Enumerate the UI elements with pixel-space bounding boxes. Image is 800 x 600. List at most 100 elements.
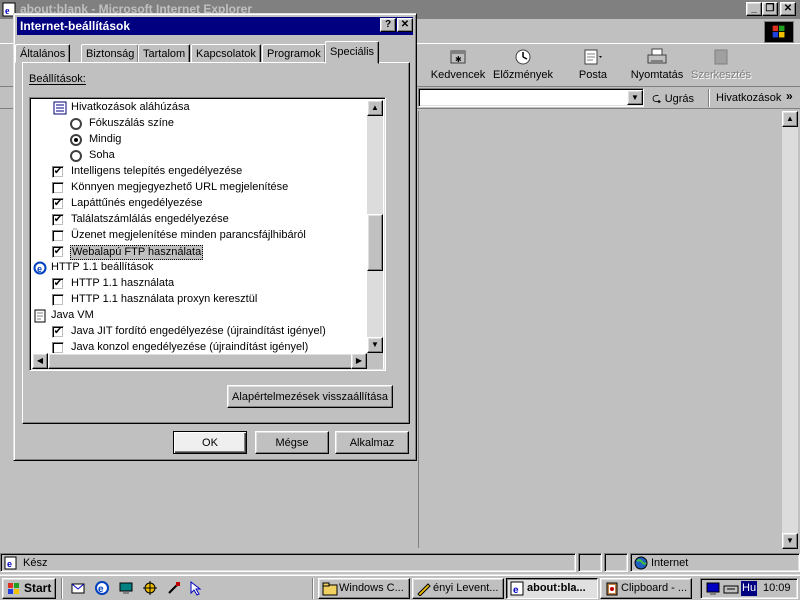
cursor-icon[interactable] [188, 580, 204, 596]
keyboard-icon[interactable] [723, 581, 739, 596]
checkbox[interactable]: ✔ [52, 198, 64, 210]
mail-label: Posta [578, 69, 608, 81]
go-label: Ugrás [664, 93, 695, 105]
mail-button[interactable]: Posta [570, 46, 616, 86]
checkbox[interactable] [52, 182, 64, 194]
settings-option-label: HTTP 1.1 beállítások [51, 261, 154, 273]
input-language-indicator[interactable]: Hu [741, 581, 758, 596]
svg-text:e: e [5, 6, 10, 17]
status-bar: e Kész Internet [0, 553, 800, 573]
restore-button[interactable]: ❐ [762, 2, 778, 16]
dialog-close-button[interactable]: ✕ [397, 18, 413, 32]
address-input[interactable] [418, 88, 644, 107]
minimize-button[interactable]: _ [746, 2, 762, 16]
ok-button[interactable]: OK [173, 431, 247, 454]
tab-security[interactable]: Biztonság [81, 44, 140, 63]
tab-label: Kapcsolatok [196, 48, 256, 60]
radio-button[interactable] [70, 134, 82, 146]
task-windows-commander[interactable]: Windows C... [318, 578, 410, 599]
apply-button[interactable]: Alkalmaz [335, 431, 409, 454]
browser-content-area[interactable] [418, 111, 781, 548]
dialog-title-bar[interactable]: Internet-beállítások ? ✕ [17, 17, 413, 35]
desktop-icon[interactable] [118, 580, 134, 596]
go-button[interactable]: ⮎ Ugrás [652, 90, 694, 106]
checkbox[interactable]: ✔ [52, 246, 64, 258]
checkbox[interactable]: ✔ [52, 214, 64, 226]
task-label: Windows C... [339, 582, 404, 594]
tab-label: Speciális [330, 46, 375, 58]
history-icon [515, 49, 531, 65]
checkbox[interactable]: ✔ [52, 166, 64, 178]
tab-programs[interactable]: Programok [262, 44, 326, 63]
settings-scroll-right-button[interactable]: ▶ [351, 353, 367, 369]
print-icon [647, 48, 667, 64]
favorites-button[interactable]: ✱ Kedvencek [428, 46, 488, 86]
taskbar-separator [61, 578, 63, 599]
zone-panel: Internet [630, 553, 800, 572]
print-button[interactable]: Nyomtatás [628, 46, 686, 86]
radio-button[interactable] [70, 150, 82, 162]
ie-page-icon: e [4, 556, 17, 570]
favorites-icon: ✱ [450, 50, 466, 64]
monitor-icon[interactable] [705, 581, 721, 596]
settings-hscroll-thumb[interactable] [48, 353, 353, 369]
checkbox[interactable] [52, 294, 64, 306]
windows-flag-icon [8, 583, 19, 594]
task-internet-explorer[interactable]: e about:bla... [506, 578, 598, 599]
tab-general[interactable]: Általános [15, 44, 71, 63]
settings-option-label: Java VM [51, 309, 94, 321]
tab-advanced[interactable]: Speciális [325, 41, 380, 64]
settings-scroll-down-button[interactable]: ▼ [367, 337, 383, 353]
links-more-chevron-icon[interactable]: » [786, 89, 793, 103]
taskbar: Start e Windows C... ényi Levent... e ab… [0, 574, 800, 600]
zone-text: Internet [651, 557, 689, 569]
history-label: Előzmények [493, 69, 553, 81]
radio-button[interactable] [70, 118, 82, 130]
ie-globe-icon: e [32, 261, 48, 280]
ie-scroll-up-button[interactable]: ▲ [782, 111, 798, 127]
print-label: Nyomtatás [630, 69, 684, 81]
settings-horizontal-scrollbar[interactable]: ◀ ▶ [32, 353, 367, 369]
tools-icon[interactable] [166, 580, 182, 596]
ie-vertical-scrollbar[interactable]: ▲ ▼ [782, 111, 798, 549]
tab-strip: Általános Biztonság Tartalom Kapcsolatok… [15, 41, 415, 64]
settings-scroll-thumb[interactable] [367, 214, 383, 271]
checkbox[interactable] [52, 230, 64, 242]
channels-icon[interactable] [142, 580, 158, 596]
start-label: Start [24, 581, 52, 595]
edit-button[interactable]: Szerkesztés [690, 46, 752, 86]
settings-vertical-scrollbar[interactable]: ▲ ▼ [367, 100, 383, 353]
settings-scroll-up-button[interactable]: ▲ [367, 100, 383, 116]
links-label[interactable]: Hivatkozások [716, 92, 781, 104]
system-tray: Hu 10:09 [700, 578, 798, 599]
task-label: ényi Levent... [433, 582, 499, 594]
settings-option-label: Java JIT fordító engedélyezése (újraindí… [71, 325, 326, 337]
history-button[interactable]: Előzmények [492, 46, 554, 86]
task-clipboard[interactable]: Clipboard - ... [600, 578, 692, 599]
svg-text:e: e [7, 559, 12, 569]
edit-icon [714, 49, 728, 65]
checkbox[interactable]: ✔ [52, 326, 64, 338]
help-button[interactable]: ? [380, 18, 396, 32]
settings-tree-list[interactable]: Hivatkozások aláhúzása Fókuszálás színe Mi… [29, 97, 386, 371]
settings-option-label: Fókuszálás színe [89, 117, 174, 129]
start-button[interactable]: Start [2, 578, 56, 599]
tab-connections[interactable]: Kapcsolatok [191, 44, 261, 63]
tab-label: Biztonság [86, 48, 135, 60]
ie-close-button[interactable]: ✕ [780, 2, 796, 16]
tab-label: Tartalom [143, 48, 186, 60]
outlook-express-icon[interactable] [70, 580, 86, 596]
clock[interactable]: 10:09 [763, 582, 791, 594]
checkbox[interactable]: ✔ [52, 278, 64, 290]
ie-globe-icon[interactable]: e [94, 580, 110, 596]
task-writer[interactable]: ényi Levent... [412, 578, 504, 599]
settings-scroll-left-button[interactable]: ◀ [32, 353, 48, 369]
tab-content[interactable]: Tartalom [138, 44, 191, 63]
ie-scroll-down-button[interactable]: ▼ [782, 533, 798, 549]
svg-text:e: e [37, 264, 42, 274]
address-dropdown-button[interactable]: ▼ [627, 90, 643, 105]
svg-text:✱: ✱ [455, 55, 462, 64]
restore-defaults-button[interactable]: Alapértelmezések visszaállítása [227, 385, 393, 408]
windows-logo-icon [764, 21, 794, 43]
cancel-button[interactable]: Mégse [255, 431, 329, 454]
